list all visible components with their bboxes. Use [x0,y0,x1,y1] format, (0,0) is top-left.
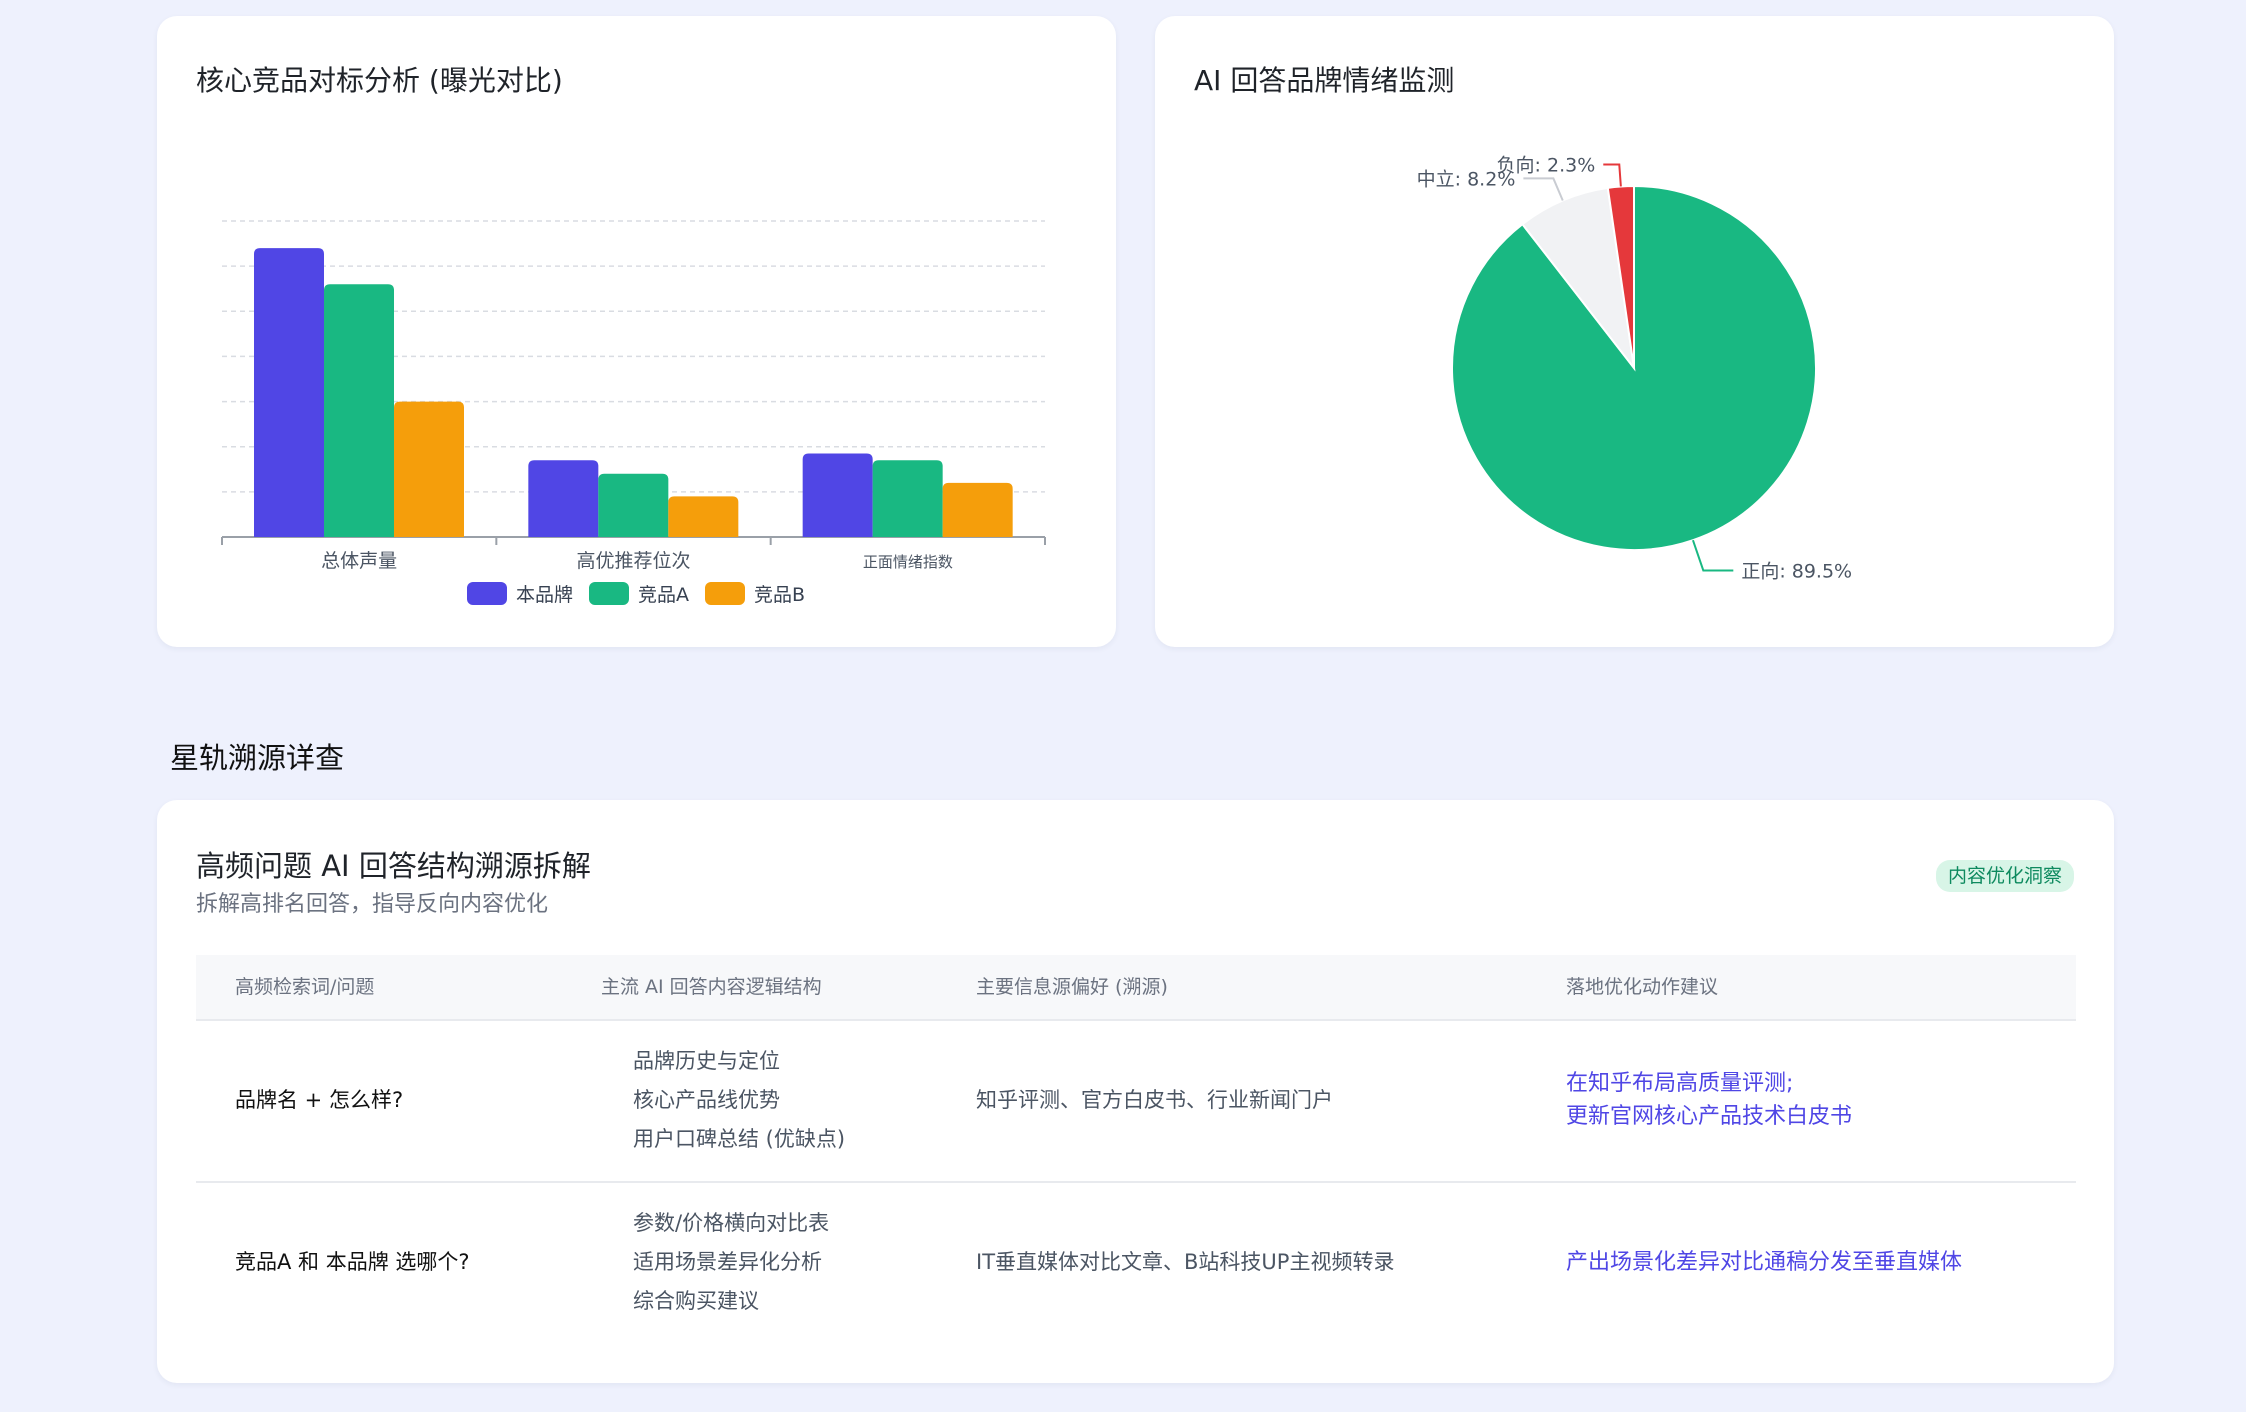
bar [528,460,599,537]
pie-chart: 正向: 89.5%中立: 8.2%负向: 2.3% [1417,155,1852,583]
bar [394,401,464,537]
legend-label: 竞品A [638,584,689,606]
header-actions: 落地优化动作建议 [1566,976,1719,998]
table-row: 品牌名 + 怎么样? 品牌历史与定位 核心产品线优势 用户口碑总结 (优缺点) … [196,1021,2076,1183]
table-header: 高频检索词/问题 主流 AI 回答内容逻辑结构 主要信息源偏好 (溯源) 落地优… [196,955,2076,1021]
bar [668,496,739,537]
bar [942,482,1013,537]
structure-item: 参数/价格横向对比表 [633,1211,830,1235]
section-title: 星轨溯源详查 [170,741,345,775]
x-tick-label: 总体声量 [321,550,397,572]
x-tick-label: 正面情绪指数 [863,553,953,571]
bar-chart: 总体声量 高优推荐位次 正面情绪指数本品牌 竞品A 竞品B [221,220,1046,606]
row-question: 品牌名 + 怎么样? [235,1088,404,1112]
row-structure: 品牌历史与定位 核心产品线优势 用户口碑总结 (优缺点) [633,1042,845,1159]
header-question: 高频检索词/问题 [235,976,375,998]
row-question: 竞品A 和 本品牌 选哪个? [235,1250,470,1274]
structure-item: 适用场景差异化分析 [633,1250,822,1274]
header-structure: 主流 AI 回答内容逻辑结构 [601,976,822,998]
bar [598,473,669,537]
legend-label: 竞品B [754,584,805,606]
bar-chart-card: 核心竞品对标分析 (曝光对比) 总体声量 高优推荐位次 正面情绪指数 本品牌 竞品A 竞品… [157,16,1116,647]
table-card-title: 高频问题 AI 回答结构溯源拆解 [196,849,591,883]
pie-leader-line [1603,163,1622,187]
table-card-subtitle: 拆解高排名回答，指导反向内容优化 [196,892,549,917]
structure-item: 品牌历史与定位 [633,1049,780,1073]
header-sources: 主要信息源偏好 (溯源) [976,976,1168,998]
trace-table-card: 高频问题 AI 回答结构溯源拆解 拆解高排名回答，指导反向内容优化 内容优化洞察… [157,800,2114,1383]
pie-chart-card: AI 回答品牌情绪监测 正向: 89.5% 中立: 8.2% 负向: 2.3% [1155,16,2114,647]
legend-swatch [705,582,745,605]
insight-badge: 内容优化洞察 [1936,860,2075,892]
row-sources: 知乎评测、官方白皮书、行业新闻门户 [976,1088,1333,1112]
row-actions: 产出场景化差异对比通稿分发至垂直媒体 [1566,1246,1962,1279]
row-actions: 在知乎布局高质量评测; 更新官网核心产品技术白皮书 [1566,1067,1852,1133]
legend-swatch [467,582,507,605]
x-tick-label: 高优推荐位次 [576,550,690,572]
bar [324,284,394,537]
pie-label: 负向: 2.3% [1497,155,1596,177]
structure-item: 核心产品线优势 [633,1088,780,1112]
structure-item: 用户口碑总结 (优缺点) [633,1127,846,1151]
pie-leader-line [1692,539,1734,572]
row-sources: IT垂直媒体对比文章、B站科技UP主视频转录 [976,1250,1395,1274]
action-item: 在知乎布局高质量评测; [1566,1071,1794,1096]
bar [872,460,943,537]
bar [254,248,324,538]
bar [802,453,873,537]
legend-label: 本品牌 [516,584,573,606]
pie-leader-line [1523,177,1564,201]
action-item: 产出场景化差异对比通稿分发至垂直媒体 [1566,1250,1963,1275]
structure-item: 综合购买建议 [633,1289,759,1313]
pie-label: 正向: 89.5% [1741,560,1852,582]
row-structure: 参数/价格横向对比表 适用场景差异化分析 综合购买建议 [633,1204,829,1321]
legend-swatch [589,582,629,605]
action-item: 更新官网核心产品技术白皮书 [1566,1104,1853,1129]
table-row: 竞品A 和 本品牌 选哪个? 参数/价格横向对比表 适用场景差异化分析 综合购买… [196,1183,2076,1343]
